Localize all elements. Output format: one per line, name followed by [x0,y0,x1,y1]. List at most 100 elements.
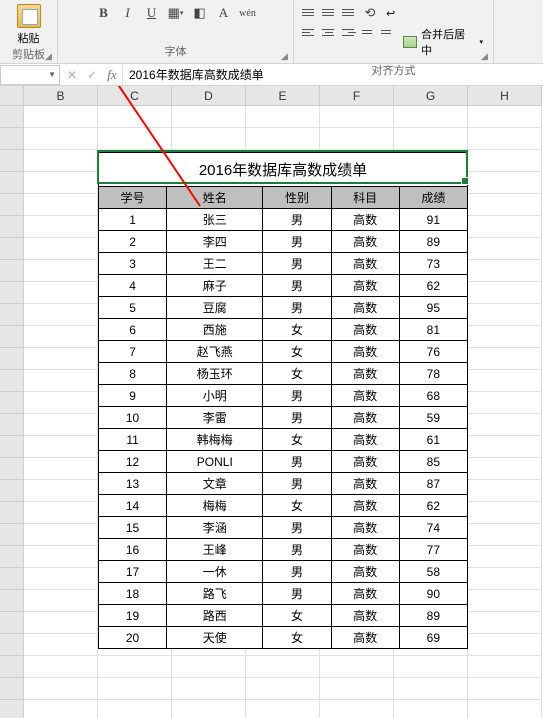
table-cell[interactable]: 麻子 [167,275,263,297]
table-header-cell[interactable]: 成绩 [399,187,467,209]
grid-cell[interactable] [172,656,246,678]
grid-cell[interactable] [468,216,542,238]
table-cell[interactable]: 20 [99,627,167,649]
border-button[interactable]: ▦▾ [166,4,186,22]
table-cell[interactable]: 19 [99,605,167,627]
table-cell[interactable]: 58 [399,561,467,583]
table-cell[interactable]: 高数 [331,253,399,275]
name-box[interactable]: ▼ [0,65,60,85]
row-header[interactable] [0,546,24,568]
table-cell[interactable]: 文章 [167,473,263,495]
table-cell[interactable]: 女 [263,363,331,385]
table-cell[interactable]: 76 [399,341,467,363]
table-cell[interactable]: 张三 [167,209,263,231]
grid-cell[interactable] [24,436,98,458]
grid-cell[interactable] [468,678,542,700]
table-cell[interactable]: 91 [399,209,467,231]
indent-inc-button[interactable] [379,24,397,40]
grid-cell[interactable] [468,546,542,568]
expand-clipboard-icon[interactable]: ◢ [45,51,55,61]
grid-cell[interactable] [24,326,98,348]
table-cell[interactable]: 87 [399,473,467,495]
table-cell[interactable]: 高数 [331,385,399,407]
table-cell[interactable]: 高数 [331,275,399,297]
table-cell[interactable]: 男 [263,517,331,539]
grid-cell[interactable] [98,678,172,700]
table-cell[interactable]: 74 [399,517,467,539]
table-cell[interactable]: 女 [263,605,331,627]
row-header[interactable] [0,150,24,172]
enter-button[interactable]: ✓ [82,65,102,85]
table-cell[interactable]: 豆腐 [167,297,263,319]
table-cell[interactable]: 男 [263,297,331,319]
table-cell[interactable]: 男 [263,407,331,429]
grid-cell[interactable] [246,656,320,678]
table-cell[interactable]: 高数 [331,209,399,231]
grid-cell[interactable] [468,612,542,634]
table-cell[interactable]: 高数 [331,627,399,649]
row-header[interactable] [0,700,24,718]
grid-cell[interactable] [468,480,542,502]
row-header[interactable] [0,590,24,612]
grid-cell[interactable] [320,106,394,128]
table-cell[interactable]: 90 [399,583,467,605]
row-header[interactable] [0,678,24,700]
table-cell[interactable]: 高数 [331,473,399,495]
table-cell[interactable]: 2 [99,231,167,253]
table-cell[interactable]: 男 [263,231,331,253]
table-cell[interactable]: 一休 [167,561,263,583]
grid-cell[interactable] [468,172,542,194]
table-cell[interactable]: 77 [399,539,467,561]
column-header[interactable]: C [98,86,172,106]
table-header-cell[interactable]: 学号 [99,187,167,209]
grid-cell[interactable] [24,678,98,700]
align-center-button[interactable] [320,24,338,40]
table-cell[interactable]: 男 [263,253,331,275]
grid-cell[interactable] [468,502,542,524]
table-cell[interactable]: 高数 [331,451,399,473]
table-cell[interactable]: 高数 [331,319,399,341]
table-cell[interactable]: 杨玉环 [167,363,263,385]
grid-cell[interactable] [24,260,98,282]
grid-cell[interactable] [24,216,98,238]
table-cell[interactable]: 高数 [331,605,399,627]
table-cell[interactable]: 61 [399,429,467,451]
grid-cell[interactable] [468,150,542,172]
grid-cell[interactable] [468,282,542,304]
grid-cell[interactable] [246,128,320,150]
grid-cell[interactable] [468,326,542,348]
grid-cell[interactable] [246,678,320,700]
table-cell[interactable]: 62 [399,495,467,517]
column-header[interactable]: B [24,86,98,106]
table-cell[interactable]: 3 [99,253,167,275]
select-all-corner[interactable] [0,86,24,106]
grid-cell[interactable] [24,282,98,304]
table-cell[interactable]: 4 [99,275,167,297]
row-header[interactable] [0,194,24,216]
grid-cell[interactable] [98,128,172,150]
phonetic-button[interactable]: wén [238,4,258,22]
align-bottom-button[interactable] [340,4,358,20]
italic-button[interactable]: I [118,4,138,22]
row-header[interactable] [0,480,24,502]
table-cell[interactable]: 高数 [331,231,399,253]
grid-cell[interactable] [320,700,394,718]
grid-cell[interactable] [24,546,98,568]
grid-cell[interactable] [468,414,542,436]
fx-button[interactable]: fx [102,65,122,85]
row-header[interactable] [0,326,24,348]
grid-cell[interactable] [468,634,542,656]
grid-cell[interactable] [24,590,98,612]
table-cell[interactable]: 王二 [167,253,263,275]
grid-cell[interactable] [320,656,394,678]
grid-cell[interactable] [98,700,172,718]
grid-cell[interactable] [246,106,320,128]
row-header[interactable] [0,568,24,590]
table-cell[interactable]: 韩梅梅 [167,429,263,451]
indent-dec-button[interactable] [360,24,378,40]
grid-cell[interactable] [468,590,542,612]
grid-cell[interactable] [24,634,98,656]
grid-cell[interactable] [468,194,542,216]
table-cell[interactable]: 高数 [331,495,399,517]
grid-cell[interactable] [468,260,542,282]
